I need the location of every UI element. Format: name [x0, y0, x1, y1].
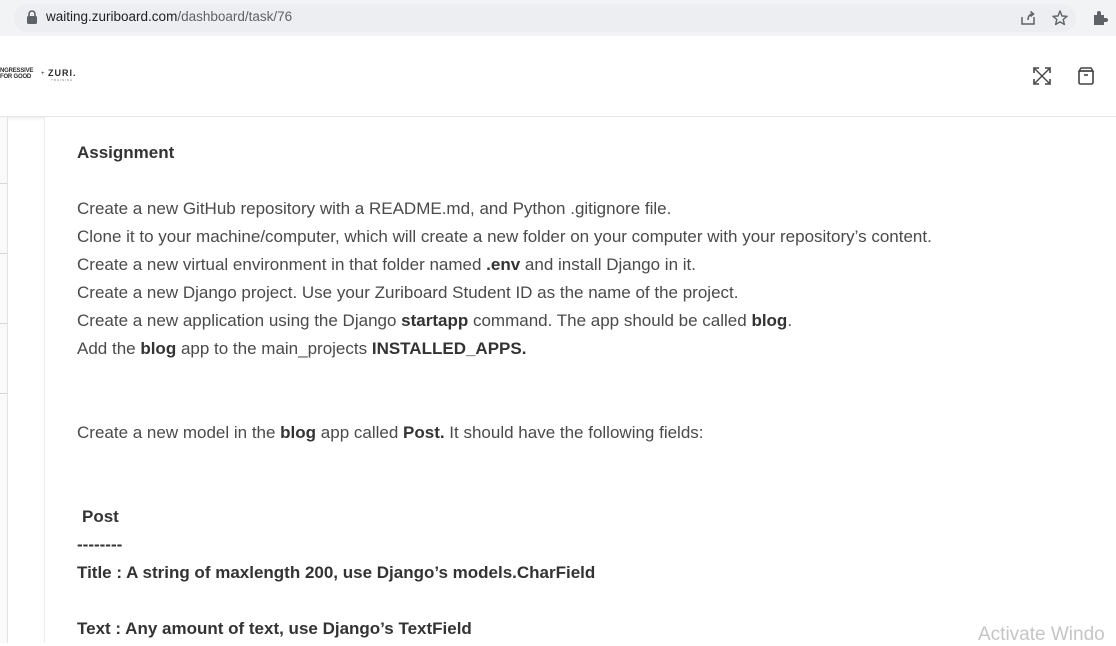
model-intro: Create a new model in the blog app calle… — [77, 423, 704, 442]
share-icon[interactable] — [1019, 9, 1037, 27]
url-path: /dashboard/task/76 — [177, 9, 293, 24]
star-icon[interactable] — [1051, 9, 1069, 27]
field-text: Text : Any amount of text, use Django’s … — [77, 619, 472, 638]
logo-ingressive: NGRESSIVE FOR GOOD — [0, 68, 34, 80]
lock-icon — [27, 10, 37, 24]
step-4: Create a new Django project. Use your Zu… — [77, 283, 739, 302]
step-1: Create a new GitHub repository with a RE… — [77, 199, 672, 218]
extensions-icon[interactable] — [1091, 9, 1109, 27]
sidebar-divider — [0, 393, 7, 394]
logo-plus: + — [41, 71, 45, 77]
logo-zuri: ZURI. — [48, 68, 77, 78]
sidebar-divider — [0, 183, 7, 184]
archive-icon[interactable] — [1076, 66, 1096, 86]
browser-toolbar: waiting.zuriboard.com/dashboard/task/76 — [0, 0, 1116, 36]
sidebar-divider — [0, 253, 7, 254]
sidebar-divider — [0, 323, 7, 324]
expand-icon[interactable] — [1032, 66, 1052, 86]
section-heading: Assignment — [77, 143, 175, 162]
step-6: Add the blog app to the main_projects IN… — [77, 339, 527, 358]
model-separator: -------- — [77, 535, 123, 554]
app-header — [0, 36, 1116, 117]
step-2: Clone it to your machine/computer, which… — [77, 227, 932, 246]
url-text[interactable]: waiting.zuriboard.com/dashboard/task/76 — [46, 9, 292, 24]
url-host: waiting.zuriboard.com — [46, 9, 178, 24]
step-3: Create a new virtual environment in that… — [77, 255, 696, 274]
logo-training: TRAINING — [51, 78, 74, 82]
model-name: Post — [82, 507, 119, 526]
sidebar — [0, 117, 8, 643]
field-title: Title : A string of maxlength 200, use D… — [77, 563, 596, 582]
step-5: Create a new application using the Djang… — [77, 311, 793, 330]
